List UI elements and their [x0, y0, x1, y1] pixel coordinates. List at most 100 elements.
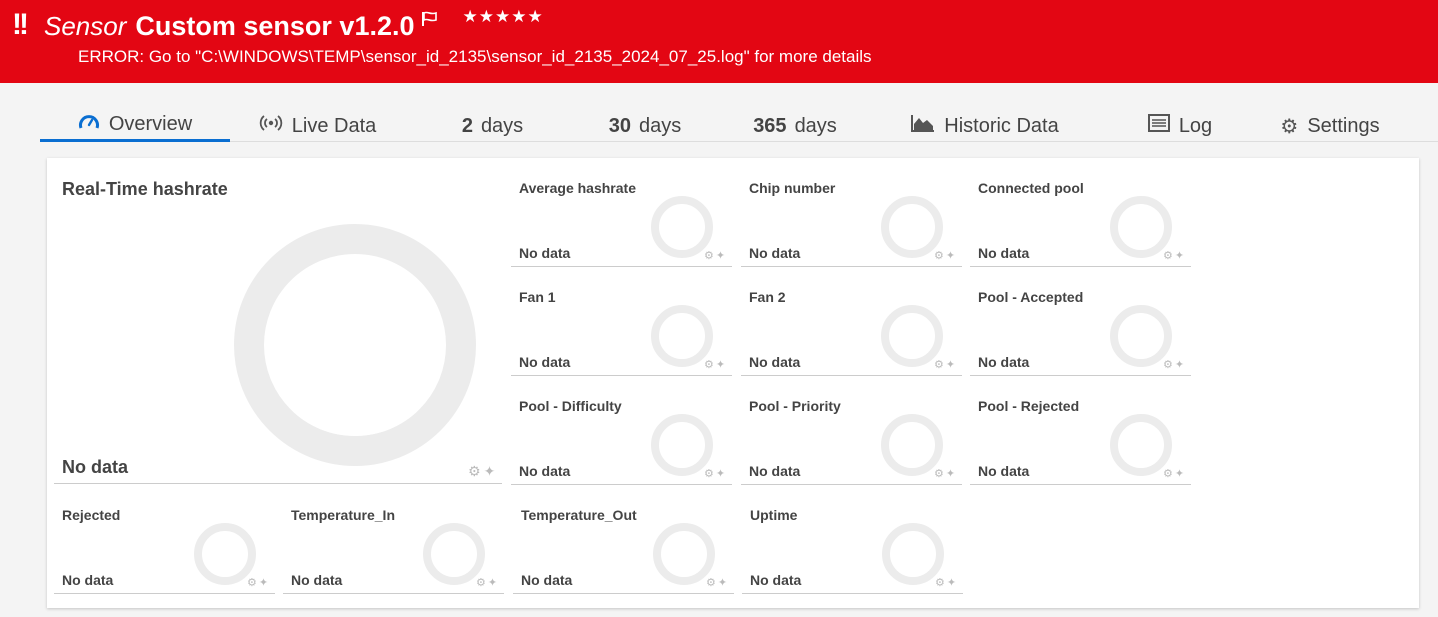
gauge-real-time-hashrate[interactable]: Real-Time hashrate No data ⚙✦: [54, 158, 502, 484]
gear-icon[interactable]: ⚙: [1163, 250, 1175, 262]
sensor-type-label: Sensor: [44, 10, 127, 41]
gauge-card[interactable]: Pool - Difficulty No data ⚙✦: [511, 376, 732, 485]
pin-icon[interactable]: ✦: [946, 250, 957, 262]
gauge-tools: ⚙✦: [476, 576, 499, 589]
tab-2-days[interactable]: 2 days: [415, 110, 570, 142]
gear-icon[interactable]: ⚙: [935, 577, 947, 589]
gauge-card[interactable]: Pool - Rejected No data ⚙✦: [970, 376, 1191, 485]
pin-icon[interactable]: ✦: [1175, 250, 1186, 262]
gear-icon[interactable]: ⚙: [1163, 468, 1175, 480]
sensor-tabs: Overview Live Data 2 days 30 days 365 da…: [40, 110, 1438, 142]
tab-historic-data[interactable]: Historic Data: [890, 110, 1080, 142]
tab-live-data[interactable]: Live Data: [230, 110, 405, 142]
tab-number: 365: [753, 114, 787, 137]
pin-icon[interactable]: ✦: [716, 468, 727, 480]
gauge-tools: ⚙✦: [468, 463, 498, 480]
gauge-tools: ⚙✦: [704, 358, 727, 371]
gauge-title: Chip number: [749, 180, 836, 196]
gear-icon: ⚙: [1280, 115, 1299, 138]
gauge-title: Temperature_Out: [521, 507, 637, 523]
pin-icon[interactable]: ✦: [718, 577, 729, 589]
tab-label: Live Data: [291, 114, 377, 137]
gear-icon[interactable]: ⚙: [476, 577, 488, 589]
gauge-value: No data: [978, 245, 1030, 261]
pin-icon[interactable]: ✦: [1175, 359, 1186, 371]
tab-30-days[interactable]: 30 days: [570, 110, 720, 142]
tab-overview[interactable]: Overview: [40, 110, 230, 142]
gauge-card[interactable]: Temperature_Out No data ⚙✦: [513, 485, 734, 594]
pin-icon[interactable]: ✦: [259, 577, 270, 589]
gauge-value: No data: [62, 457, 129, 477]
gauge-card[interactable]: Connected pool No data ⚙✦: [970, 158, 1191, 267]
tab-log[interactable]: Log: [1120, 110, 1240, 142]
gauge-card[interactable]: Pool - Priority No data ⚙✦: [741, 376, 962, 485]
pin-icon[interactable]: ✦: [716, 250, 727, 262]
gauge-tools: ⚙✦: [704, 467, 727, 480]
gauge-title: Connected pool: [978, 180, 1084, 196]
sensor-name: Custom sensor v1.2.0: [135, 10, 415, 41]
tab-label: Log: [1178, 114, 1213, 137]
gear-icon[interactable]: ⚙: [934, 468, 946, 480]
tab-365-days[interactable]: 365 days: [720, 110, 870, 142]
gauge-title: Fan 2: [749, 289, 786, 305]
gauge-value: No data: [978, 354, 1030, 370]
gauge-tools: ⚙✦: [247, 576, 270, 589]
gauge-value: No data: [749, 354, 801, 370]
gauge-title: Fan 1: [519, 289, 556, 305]
gauge-card[interactable]: Rejected No data ⚙✦: [54, 485, 275, 594]
gear-icon[interactable]: ⚙: [704, 250, 716, 262]
gauge-title: Rejected: [62, 507, 121, 523]
gear-icon[interactable]: ⚙: [706, 577, 718, 589]
tab-number: 2: [461, 114, 473, 137]
gauge-dial: [234, 224, 476, 466]
gauge-value: No data: [749, 463, 801, 479]
gauge-card[interactable]: Fan 1 No data ⚙✦: [511, 267, 732, 376]
pin-icon[interactable]: ✦: [946, 359, 957, 371]
flag-icon[interactable]: [421, 11, 439, 32]
gauge-title: Pool - Accepted: [978, 289, 1084, 305]
priority-stars[interactable]: ★★★★★: [463, 7, 544, 27]
sensor-title: Sensor Custom sensor v1.2.0 ★★★★★: [44, 6, 544, 46]
gauge-card[interactable]: Fan 2 No data ⚙✦: [741, 267, 962, 376]
gear-icon[interactable]: ⚙: [704, 468, 716, 480]
gear-icon[interactable]: ⚙: [934, 359, 946, 371]
gauge-card[interactable]: Uptime No data ⚙✦: [742, 485, 963, 594]
sensor-status-banner: !! Sensor Custom sensor v1.2.0 ★★★★★ ERR…: [0, 0, 1438, 83]
error-alert-icon: !!: [12, 8, 29, 41]
gauge-value: No data: [291, 572, 343, 588]
pin-icon[interactable]: ✦: [1175, 468, 1186, 480]
gauge-value: No data: [62, 572, 114, 588]
gauge-value: No data: [519, 354, 571, 370]
gauge-title: Average hashrate: [519, 180, 636, 196]
gauge-card[interactable]: Pool - Accepted No data ⚙✦: [970, 267, 1191, 376]
gauge-value: No data: [750, 572, 802, 588]
gauge-value: No data: [978, 463, 1030, 479]
pin-icon[interactable]: ✦: [488, 577, 499, 589]
gear-icon[interactable]: ⚙: [934, 250, 946, 262]
gear-icon[interactable]: ⚙: [247, 577, 259, 589]
tab-label: Historic Data: [944, 114, 1059, 137]
gauge-tools: ⚙✦: [934, 358, 957, 371]
gauge-value: No data: [519, 463, 571, 479]
gauge-card[interactable]: Chip number No data ⚙✦: [741, 158, 962, 267]
gear-icon[interactable]: ⚙: [704, 359, 716, 371]
gauge-tools: ⚙✦: [1163, 358, 1186, 371]
gauge-title: Temperature_In: [291, 507, 395, 523]
area-chart-icon: [911, 114, 935, 138]
gauge-tools: ⚙✦: [934, 249, 957, 262]
gauge-tools: ⚙✦: [1163, 467, 1186, 480]
gear-icon[interactable]: ⚙: [1163, 359, 1175, 371]
tab-settings[interactable]: ⚙ Settings: [1260, 110, 1400, 142]
broadcast-icon: [259, 114, 283, 138]
pin-icon[interactable]: ✦: [946, 468, 957, 480]
gauge-title: Pool - Difficulty: [519, 398, 622, 414]
gauge-card[interactable]: Temperature_In No data ⚙✦: [283, 485, 504, 594]
pin-icon[interactable]: ✦: [484, 463, 499, 479]
pin-icon[interactable]: ✦: [947, 577, 958, 589]
tab-label: days: [480, 114, 524, 137]
pin-icon[interactable]: ✦: [716, 359, 727, 371]
gauge-value: No data: [521, 572, 573, 588]
gauge-card[interactable]: Average hashrate No data ⚙✦: [511, 158, 732, 267]
gauge-title: Uptime: [750, 507, 798, 523]
gear-icon[interactable]: ⚙: [468, 463, 484, 479]
